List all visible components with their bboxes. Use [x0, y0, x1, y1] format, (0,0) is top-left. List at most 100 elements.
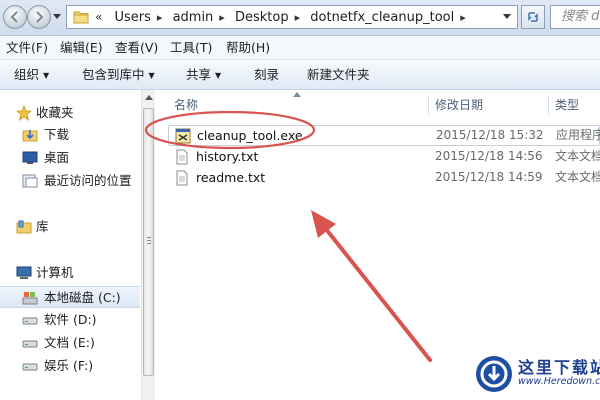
file-name: readme.txt: [196, 170, 266, 185]
file-type: 文本文档: [555, 170, 600, 184]
drive-icon: [22, 317, 38, 325]
table-row[interactable]: cleanup_tool.exe 2015/12/18 15:32 应用程序: [168, 125, 600, 146]
menu-help[interactable]: 帮助(H): [226, 36, 270, 60]
watermark-url: www.Heredown.com: [518, 376, 600, 387]
download-folder-icon: [22, 130, 38, 142]
menu-file[interactable]: 文件(F): [6, 36, 48, 60]
watermark-title: 这里下载站: [518, 358, 600, 377]
nav-computer[interactable]: 计算机: [0, 262, 140, 284]
organize-button[interactable]: 组织 ▼: [14, 60, 49, 90]
command-bar: 组织 ▼ 包含到库中 ▼ 共享 ▼ 刻录 新建文件夹: [0, 60, 600, 90]
chevron-right-icon[interactable]: ▸: [157, 11, 163, 24]
chevron-down-icon[interactable]: [503, 14, 511, 20]
forward-button[interactable]: [27, 5, 51, 29]
chevron-right-icon[interactable]: ▸: [219, 11, 225, 24]
nav-drive-e-label: 文档 (E:): [44, 335, 95, 350]
include-in-library-label: 包含到库中: [82, 67, 145, 82]
address-bar: « Users ▸ admin ▸ Desktop ▸ dotnetfx_cleanu…: [0, 0, 600, 36]
menu-edit[interactable]: 编辑(E): [60, 36, 103, 60]
breadcrumb-desktop[interactable]: Desktop: [235, 10, 289, 25]
exe-icon: [175, 128, 191, 144]
navigation-pane: 收藏夹 下载 桌面 最近访问的位置 库 计算机 本地磁盘 (C:) 软件 (D:…: [0, 90, 140, 400]
site-logo-icon: [476, 356, 512, 392]
desktop-icon: [22, 151, 38, 164]
refresh-icon: [528, 12, 538, 22]
recent-places-icon: [22, 174, 38, 188]
nav-libraries[interactable]: 库: [0, 216, 140, 238]
folder-icon: [73, 11, 89, 24]
file-type: 应用程序: [556, 128, 600, 142]
include-in-library-button[interactable]: 包含到库中 ▼: [82, 60, 155, 90]
breadcrumb: « Users ▸ admin ▸ Desktop ▸ dotnetfx_cleanu…: [95, 6, 472, 28]
column-divider[interactable]: [548, 96, 549, 116]
file-name: history.txt: [196, 149, 259, 164]
nav-downloads[interactable]: 下载: [0, 124, 140, 146]
back-button[interactable]: [3, 5, 27, 29]
nav-drive-e[interactable]: 文档 (E:): [0, 332, 140, 354]
grip-line: [147, 237, 151, 238]
nav-desktop-label: 桌面: [44, 150, 70, 165]
nav-drive-f[interactable]: 娱乐 (F:): [0, 355, 140, 377]
breadcrumb-overflow[interactable]: «: [95, 10, 102, 24]
computer-icon: [16, 266, 32, 279]
nav-drive-f-label: 娱乐 (F:): [44, 358, 94, 373]
breadcrumb-current-folder[interactable]: dotnetfx_cleanup_tool: [310, 10, 454, 25]
file-date: 2015/12/18 15:32: [436, 128, 544, 142]
nav-local-disk-c-label: 本地磁盘 (C:): [44, 290, 121, 305]
scroll-up-icon[interactable]: [145, 94, 153, 100]
scrollbar-thumb[interactable]: [143, 108, 154, 376]
menu-view[interactable]: 查看(V): [115, 36, 158, 60]
sort-ascending-icon: [293, 92, 301, 97]
watermark: 这里下载站 www.Heredown.com: [468, 352, 600, 400]
star-icon: [16, 105, 32, 121]
share-button[interactable]: 共享 ▼: [186, 60, 221, 90]
file-date: 2015/12/18 14:56: [435, 149, 543, 163]
nav-computer-label: 计算机: [36, 265, 74, 280]
drive-icon: [22, 363, 38, 371]
menu-tools[interactable]: 工具(T): [170, 36, 212, 60]
library-icon: [16, 220, 32, 234]
nav-recent-places-label: 最近访问的位置: [44, 173, 132, 188]
burn-button[interactable]: 刻录: [254, 60, 279, 90]
table-row[interactable]: history.txt 2015/12/18 14:56 文本文档: [168, 147, 600, 168]
grip-line: [147, 243, 151, 244]
nav-desktop[interactable]: 桌面: [0, 147, 140, 169]
nav-drive-d[interactable]: 软件 (D:): [0, 309, 140, 331]
search-input[interactable]: 搜索 d: [550, 5, 600, 29]
text-file-icon: [176, 149, 188, 165]
file-type: 文本文档: [555, 149, 600, 163]
address-field[interactable]: « Users ▸ admin ▸ Desktop ▸ dotnetfx_cleanu…: [66, 5, 518, 29]
column-divider[interactable]: [428, 96, 429, 116]
nav-libraries-label: 库: [36, 219, 49, 234]
column-header-name[interactable]: 名称: [174, 90, 198, 120]
text-file-icon: [176, 170, 188, 186]
nav-favorites[interactable]: 收藏夹: [0, 102, 140, 124]
caret-down-icon: ▼: [43, 71, 50, 80]
share-label: 共享: [186, 67, 212, 82]
nav-drive-d-label: 软件 (D:): [44, 312, 97, 327]
file-name: cleanup_tool.exe: [197, 128, 303, 143]
breadcrumb-users[interactable]: Users: [114, 10, 150, 25]
new-folder-button[interactable]: 新建文件夹: [307, 60, 370, 90]
history-dropdown-icon[interactable]: [53, 12, 61, 20]
nav-downloads-label: 下载: [44, 127, 70, 142]
caret-down-icon: ▼: [215, 71, 222, 80]
file-date: 2015/12/18 14:59: [435, 170, 543, 184]
column-header-modified[interactable]: 修改日期: [435, 90, 483, 120]
menu-bar: 文件(F) 编辑(E) 查看(V) 工具(T) 帮助(H): [0, 36, 600, 60]
navigation-scrollbar[interactable]: [141, 90, 155, 400]
table-row[interactable]: readme.txt 2015/12/18 14:59 文本文档: [168, 168, 600, 189]
grip-line: [147, 240, 151, 241]
chevron-right-icon[interactable]: ▸: [460, 11, 466, 24]
refresh-button[interactable]: [521, 5, 545, 29]
breadcrumb-admin[interactable]: admin: [173, 10, 214, 25]
caret-down-icon: ▼: [148, 71, 155, 80]
arrow-left-icon: [10, 11, 18, 23]
column-header-type[interactable]: 类型: [555, 90, 579, 120]
chevron-right-icon[interactable]: ▸: [295, 11, 301, 24]
nav-favorites-label: 收藏夹: [36, 105, 74, 120]
nav-local-disk-c[interactable]: 本地磁盘 (C:): [0, 286, 140, 308]
arrow-right-icon: [36, 11, 44, 23]
organize-label: 组织: [14, 67, 40, 82]
nav-recent-places[interactable]: 最近访问的位置: [0, 170, 140, 192]
